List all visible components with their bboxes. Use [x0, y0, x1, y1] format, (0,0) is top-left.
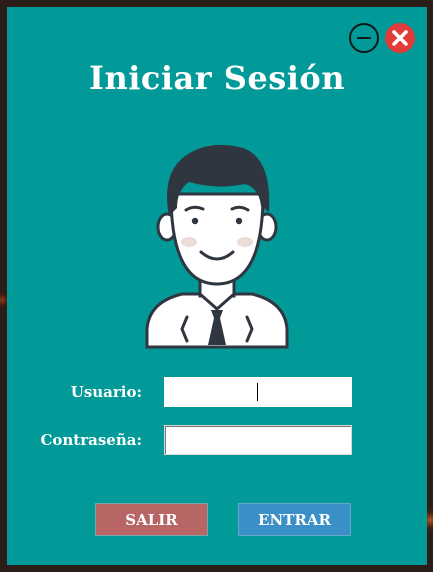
username-field[interactable] — [164, 377, 352, 407]
close-circle-icon — [392, 30, 408, 46]
enter-button[interactable]: ENTRAR — [238, 503, 351, 536]
password-field[interactable] — [164, 425, 352, 455]
minus-circle-icon — [357, 37, 371, 39]
minimize-button[interactable] — [349, 23, 379, 53]
text-caret — [257, 383, 258, 401]
window-controls — [349, 23, 415, 53]
exit-button[interactable]: SALIR — [95, 503, 208, 536]
page-title: Iniciar Sesión — [88, 59, 345, 97]
password-label: Contraseña: — [40, 431, 142, 449]
user-avatar-icon — [145, 144, 289, 349]
login-window: Iniciar Sesión Usuario: Contraseña: SALI… — [7, 7, 427, 565]
close-button[interactable] — [385, 23, 415, 53]
username-label: Usuario: — [70, 383, 142, 401]
